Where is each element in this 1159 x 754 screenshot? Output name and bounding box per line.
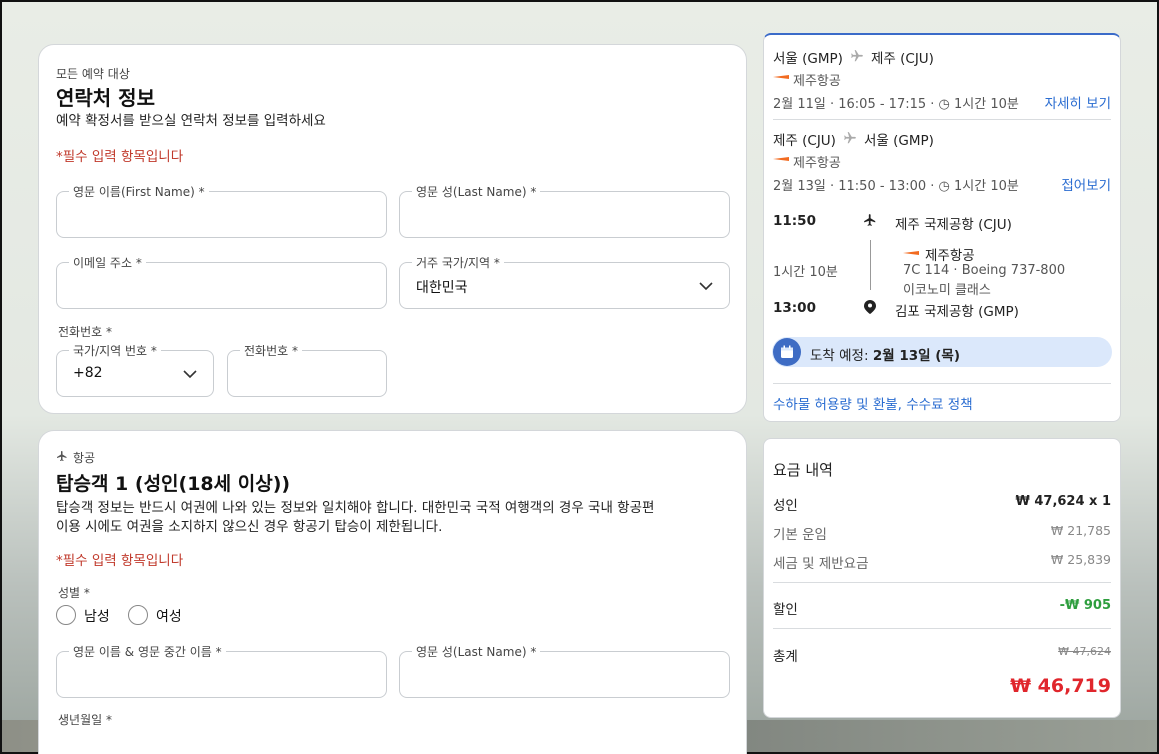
first-name-label: 영문 이름(First Name) * [69,183,209,200]
airline-logo-icon [903,251,919,255]
divider [773,582,1111,583]
contact-description: 예약 확정서를 받으실 연락처 정보를 입력하세요 [56,113,326,129]
gender-female-label: 여성 [156,609,182,625]
email-label: 이메일 주소 * [69,254,146,271]
passenger-info-card: 항공 탑승객 1 (성인(18세 이상)) 탑승객 정보는 반드시 여권에 나와… [38,430,747,754]
fare-original-total: ₩ 47,624 [1058,645,1111,658]
last-name-field[interactable]: 영문 성(Last Name) * [399,183,730,238]
chevron-down-icon [699,282,713,291]
fare-base-value: ₩ 21,785 [1050,523,1111,538]
fare-tax-row: 세금 및 제반요금 ₩ 25,839 [773,552,1111,572]
outbound-to: 제주 (CJU) [871,51,934,67]
segment-arrival-airport: 김포 국제공항 (GMP) [895,304,1019,320]
chevron-down-icon [183,370,197,379]
divider [773,628,1111,629]
phone-field[interactable]: 전화번호 * [227,342,387,397]
fare-tax-label: 세금 및 제반요금 [773,556,869,572]
airline-logo-icon [773,157,789,161]
airline-logo-icon [773,75,789,79]
fare-discount-label: 할인 [773,602,798,618]
fare-base-label: 기본 운임 [773,527,827,543]
segment-cabin: 이코노미 클래스 [903,283,991,298]
plane-icon [844,132,856,144]
passenger-description-line2: 이용 시에도 여권을 소지하지 않으신 경우 항공기 탑승이 제한됩니다. [56,519,443,535]
passenger-last-name-label: 영문 성(Last Name) * [412,643,541,660]
arrival-banner: 도착 예정: 2월 13일 (목) [772,337,1112,367]
plane-icon [57,451,67,461]
inbound-collapse-link[interactable]: 접어보기 [1061,174,1111,194]
segment-flight-info: 7C 114 · Boeing 737-800 [903,263,1066,278]
first-middle-name-field[interactable]: 영문 이름 & 영문 중간 이름 * [56,643,387,698]
inbound-details: 2월 13일 · 11:50 - 13:00 · ◷ 1시간 10분 [773,179,1019,194]
clock-icon: ◷ [938,179,950,194]
baggage-policy-link[interactable]: 수하물 허용량 및 환불, 수수료 정책 [773,393,973,413]
phone-section-label: 전화번호 * [58,325,112,339]
country-value: 대한민국 [416,280,468,296]
arrival-text: 도착 예정: 2월 13일 (목) [810,348,960,364]
fare-total-row: 총계 ₩ 47,624 [773,645,1111,665]
gender-male-label: 남성 [84,609,110,625]
segment-arrival-time: 13:00 [773,300,816,316]
departure-plane-icon [864,214,876,226]
fare-total-value: ₩ 46,719 [1010,675,1111,697]
fare-adult-value: ₩ 47,624 x 1 [1015,494,1111,509]
country-label: 거주 국가/지역 * [412,254,504,271]
gender-female-radio[interactable] [128,605,148,625]
first-middle-name-label: 영문 이름 & 영문 중간 이름 * [69,643,226,660]
inbound-to: 서울 (GMP) [864,133,934,149]
fare-base-row: 기본 운임 ₩ 21,785 [773,523,1111,543]
fare-adult-label: 성인 [773,498,798,514]
outbound-details: 2월 11일 · 16:05 - 17:15 · ◷ 1시간 10분 [773,97,1019,112]
segment-line [870,240,871,290]
segment-airline: 제주항공 [925,248,975,264]
last-name-label: 영문 성(Last Name) * [412,183,541,200]
fare-discount-row: 할인 -₩ 905 [773,598,1111,618]
flight-summary-card: 서울 (GMP) 제주 (CJU) 제주항공 2월 11일 · 16:05 - … [763,33,1121,422]
passenger-last-name-field[interactable]: 영문 성(Last Name) * [399,643,730,698]
fare-tax-value: ₩ 25,839 [1050,552,1111,567]
gender-label: 성별 * [58,586,90,600]
segment-departure-time: 11:50 [773,213,816,229]
gender-male-radio[interactable] [56,605,76,625]
birth-date-label: 생년월일 * [58,713,112,727]
country-code-select[interactable]: 국가/지역 번호 * +82 [56,342,214,397]
divider [773,383,1111,384]
location-pin-icon [864,300,876,314]
country-select[interactable]: 거주 국가/지역 * 대한민국 [399,254,730,309]
fare-discount-value: -₩ 905 [1059,598,1111,613]
segment-departure-airport: 제주 국제공항 (CJU) [895,217,1012,233]
fare-title: 요금 내역 [773,461,833,479]
fare-total-label: 총계 [773,649,798,665]
phone-label: 전화번호 * [240,342,302,359]
fare-breakdown-card: 요금 내역 성인 ₩ 47,624 x 1 기본 운임 ₩ 21,785 세금 … [763,438,1121,718]
passenger-eyebrow: 항공 [73,451,96,465]
passenger-title: 탑승객 1 (성인(18세 이상)) [56,473,291,495]
first-name-field[interactable]: 영문 이름(First Name) * [56,183,387,238]
inbound-airline: 제주항공 [793,156,841,171]
outbound-from: 서울 (GMP) [773,51,843,67]
inbound-from: 제주 (CJU) [773,133,836,149]
divider [773,119,1111,120]
plane-icon [851,50,863,62]
fare-adult-row: 성인 ₩ 47,624 x 1 [773,494,1111,514]
outbound-details-link[interactable]: 자세히 보기 [1045,92,1111,112]
contact-eyebrow: 모든 예약 대상 [56,67,130,81]
email-field[interactable]: 이메일 주소 * [56,254,387,309]
contact-title: 연락처 정보 [56,86,155,110]
clock-icon: ◷ [938,97,950,112]
contact-info-card: 모든 예약 대상 연락처 정보 예약 확정서를 받으실 연락처 정보를 입력하세… [38,44,747,414]
passenger-description-line1: 탑승객 정보는 반드시 여권에 나와 있는 정보와 일치해야 합니다. 대한민국… [56,500,655,516]
contact-required-note: *필수 입력 항목입니다 [56,149,184,165]
country-code-label: 국가/지역 번호 * [69,342,161,359]
outbound-airline: 제주항공 [793,74,841,89]
calendar-icon [773,338,801,366]
segment-duration: 1시간 10분 [773,265,838,280]
passenger-required-note: *필수 입력 항목입니다 [56,553,184,569]
country-code-value: +82 [73,365,103,381]
